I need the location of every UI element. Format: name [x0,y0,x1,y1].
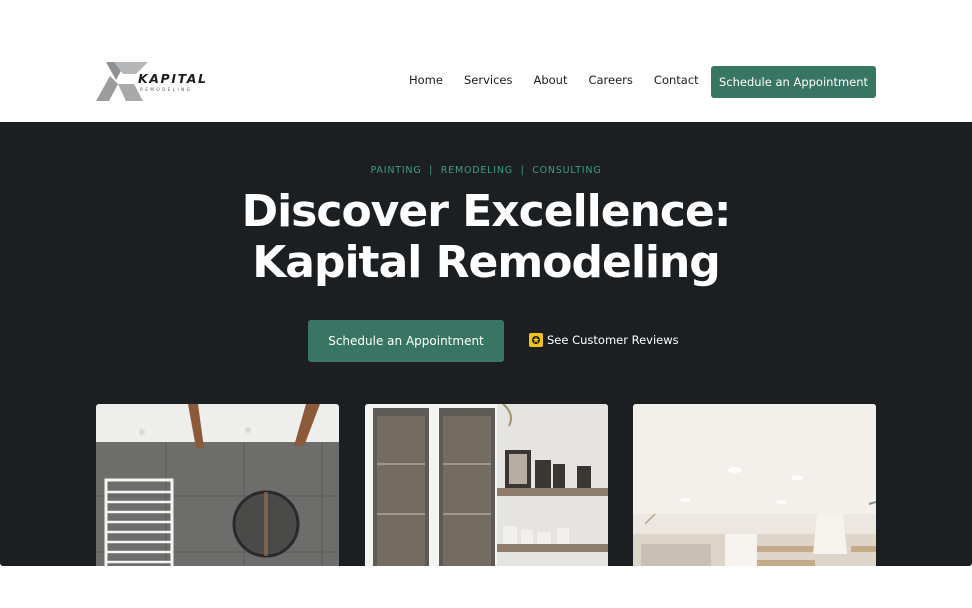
header-schedule-button[interactable]: Schedule an Appointment [711,66,876,98]
logo-wordmark: KAPITAL [138,71,208,86]
gallery-image-kitchen[interactable] [633,404,876,566]
nav-careers[interactable]: Careers [588,73,632,87]
hero-section: PAINTING | REMODELING | CONSULTING Disco… [0,122,972,566]
hero-schedule-button[interactable]: Schedule an Appointment [308,320,504,362]
see-reviews-label: See Customer Reviews [547,333,679,347]
logo[interactable]: KAPITAL REMODELING [96,60,206,102]
nav-contact[interactable]: Contact [654,73,699,87]
star-icon [529,333,543,347]
main-nav: Home Services About Careers Contact [409,73,699,87]
site-header: KAPITAL REMODELING Home Services About C… [0,0,972,122]
hero-title: Discover Excellence: Kapital Remodeling [0,186,972,288]
gallery-image-cabinet[interactable] [365,404,608,566]
hero-title-line-1: Discover Excellence: [241,186,732,237]
nav-about[interactable]: About [533,73,567,87]
see-reviews-link[interactable]: See Customer Reviews [529,333,679,347]
gallery-image-bathroom[interactable] [96,404,339,566]
cabinet-shelves-photo-icon [365,404,608,566]
kitchen-photo-icon [633,404,876,566]
bathroom-photo-icon [96,404,339,566]
hero-title-line-2: Kapital Remodeling [252,237,721,288]
logo-tagline: REMODELING [140,87,193,92]
nav-services[interactable]: Services [464,73,513,87]
nav-home[interactable]: Home [409,73,443,87]
hero-eyebrow: PAINTING | REMODELING | CONSULTING [370,165,602,176]
